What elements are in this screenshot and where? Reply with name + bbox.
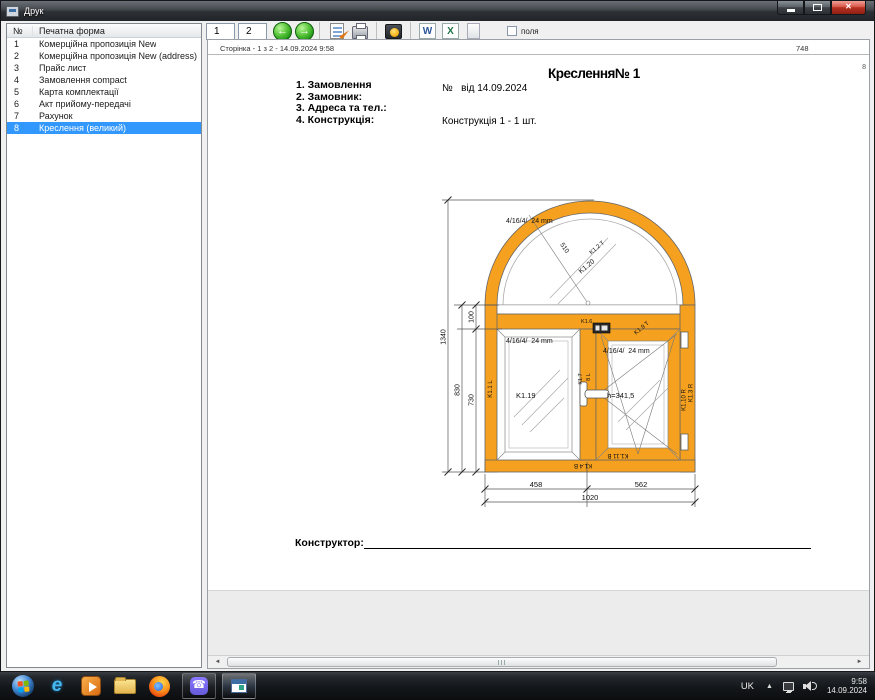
close-button[interactable]: ✕ [831, 1, 866, 15]
firefox-taskbar-button[interactable] [142, 673, 176, 699]
list-item[interactable]: 6 Акт прийому-передачі [7, 98, 201, 110]
dim-label-1020: 1020 [582, 493, 599, 502]
taskbar: e ☎ UK ▲ 9:58 14.09.2024 [0, 672, 875, 700]
list-item[interactable]: 2 Комерційна пропозиція New (address) [7, 50, 201, 62]
word-icon: W [419, 23, 436, 39]
scroll-left-arrow[interactable]: ◄ [210, 657, 225, 668]
clock-date: 14.09.2024 [826, 686, 867, 695]
next-page-button[interactable]: → [295, 21, 314, 41]
label-k1-1l: K1.1 L [488, 380, 494, 398]
glass-label-left: 4/16/4/ 24 mm [506, 338, 553, 345]
glass-label-arch: 4/16/4/ 24 mm [506, 218, 553, 225]
report-designer-button[interactable] [326, 21, 347, 41]
tray-clock[interactable]: 9:58 14.09.2024 [827, 677, 867, 695]
excel-export-button[interactable]: X [440, 21, 461, 41]
printer-icon [351, 23, 368, 40]
network-tray-icon[interactable] [782, 681, 794, 693]
preview-toolbar: ← → W X поля [206, 21, 869, 41]
list-item[interactable]: 3 Прайс лист [7, 62, 201, 74]
print-dialog-window: Друк ✕ № Печатна форма 1 Комерційна пропо… [0, 0, 875, 672]
list-header: № Печатна форма [7, 24, 201, 38]
label-k1-6: K1.6 [581, 319, 592, 325]
window-title: Друк [24, 6, 44, 16]
print-button[interactable] [349, 21, 370, 41]
word-export-button[interactable]: W [417, 21, 438, 41]
print-app-icon [231, 679, 247, 693]
label-k1-10r: K1.10 R [682, 388, 688, 410]
dim-label-830: 830 [455, 384, 462, 396]
window-drawing: 4/16/4/ 24 mm 510 K1.2 T K1.20 K1.6 K1.9… [441, 196, 699, 507]
viber-taskbar-button[interactable]: ☎ [182, 673, 216, 699]
construction-line: Конструкція 1 - 1 шт. [442, 116, 537, 127]
ie-icon: e [51, 675, 63, 696]
explorer-taskbar-button[interactable] [108, 673, 142, 699]
dim-label-562: 562 [635, 480, 648, 489]
order-counter: 748 [796, 44, 809, 53]
left-pane [496, 328, 581, 461]
maximize-button[interactable] [804, 1, 831, 15]
page-icon [467, 23, 480, 39]
order-number-line: № від 14.09.2024 [442, 83, 528, 94]
print-forms-list: № Печатна форма 1 Комерційна пропозиція N… [6, 23, 202, 668]
page-total-input[interactable] [238, 22, 267, 40]
fields-checkbox[interactable] [507, 26, 517, 36]
app-icon [6, 5, 19, 17]
label-k1-4b: K1.4 B [574, 462, 592, 468]
media-player-taskbar-button[interactable] [74, 673, 108, 699]
dim-label-730: 730 [469, 394, 476, 406]
fields-checkbox-label: поля [521, 26, 539, 36]
signature-line [363, 537, 811, 549]
report-designer-icon [329, 23, 344, 39]
constructor-signature-row: Конструктор: [295, 537, 811, 549]
page-current-input[interactable] [206, 22, 235, 40]
list-item-selected[interactable]: 8 Креслення (великий) [7, 122, 201, 134]
label-k1-11b: K1.11 B [608, 452, 629, 458]
list-item[interactable]: 1 Комерційна пропозиція New [7, 38, 201, 50]
page-end-area [208, 590, 869, 657]
image-export-button[interactable] [383, 21, 404, 41]
firefox-icon [148, 675, 170, 697]
label-handle-height: h=341,5 [607, 391, 634, 400]
scroll-right-arrow[interactable]: ► [852, 657, 867, 668]
list-item[interactable]: 5 Карта комплектації [7, 86, 201, 98]
image-icon [385, 23, 402, 39]
dim-label-1340: 1340 [441, 329, 448, 345]
page-status: Сторінка - 1 з 2 - 14.09.2024 9:58 [220, 44, 335, 53]
media-player-icon [81, 676, 101, 696]
print-preview: Сторінка - 1 з 2 - 14.09.2024 9:58 748 8… [207, 39, 870, 669]
constructor-label: Конструктор: [295, 537, 364, 549]
list-item[interactable]: 4 Замовлення compact [7, 74, 201, 86]
label-k1-7: K1.7 [578, 373, 584, 384]
header-num: № [7, 25, 33, 36]
list-item[interactable]: 7 Рахунок [7, 110, 201, 122]
label-k1-3r: K1.3 R [689, 383, 695, 402]
document-title: Креслення№ 1 [548, 66, 640, 81]
excel-icon: X [442, 23, 459, 39]
clock-time: 9:58 [851, 677, 867, 686]
header-form: Печатна форма [39, 25, 105, 36]
active-app-taskbar-button[interactable] [222, 673, 256, 699]
minimize-button[interactable] [777, 1, 804, 15]
language-indicator[interactable]: UK [741, 681, 754, 692]
volume-tray-icon[interactable] [802, 681, 817, 691]
folder-icon [114, 676, 136, 694]
dim-label-458: 458 [530, 480, 543, 489]
horizontal-scrollbar[interactable]: ◄ ► [208, 655, 869, 668]
windows-flag-icon [16, 679, 30, 693]
viber-icon: ☎ [190, 677, 208, 695]
hardware-badge [592, 322, 611, 334]
scrollbar-thumb[interactable] [227, 657, 777, 667]
plain-page-button[interactable] [463, 21, 484, 41]
label-8l: 8 L [586, 373, 592, 381]
glass-label-right: 4/16/4/ 24 mm [603, 348, 650, 355]
ie-taskbar-button[interactable]: e [40, 673, 74, 699]
title-bar[interactable]: Друк ✕ [1, 1, 874, 21]
prev-page-button[interactable]: ← [273, 21, 292, 41]
label-k1-19: K1.19 [516, 391, 536, 400]
dim-label-100: 100 [469, 311, 476, 323]
document-field-list: 1. Замовлення 2. Замовник: 3. Адреса та … [296, 79, 387, 126]
tray-expand-icon[interactable]: ▲ [766, 683, 773, 690]
start-button[interactable] [6, 673, 40, 699]
side-marker: 8 [862, 64, 866, 71]
